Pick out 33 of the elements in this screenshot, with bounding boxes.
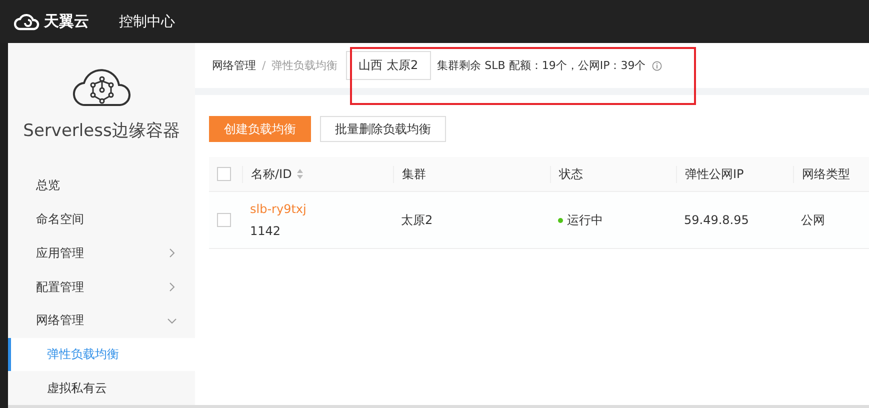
- quota-text: 集群剩余 SLB 配额：19个，公网IP：39个: [437, 58, 646, 73]
- product-name: Serverless边缘容器: [23, 120, 180, 142]
- brand-name: 天翼云: [44, 12, 89, 31]
- sidebar-item[interactable]: 配置管理: [8, 270, 195, 304]
- breadcrumb-item: 弹性负载均衡: [272, 58, 338, 73]
- console-title[interactable]: 控制中心: [119, 12, 175, 30]
- info-icon[interactable]: [652, 60, 662, 70]
- column-header: 弹性公网IP: [685, 166, 744, 182]
- cloud-icon: [14, 12, 40, 30]
- row-checkbox[interactable]: [217, 213, 231, 227]
- select-all-checkbox[interactable]: [217, 167, 231, 181]
- sidebar-subitem[interactable]: 虚拟私有云: [8, 371, 195, 405]
- sort-icon[interactable]: [296, 168, 304, 180]
- chevron-icon: [167, 248, 177, 258]
- sidebar-item[interactable]: 应用管理: [8, 236, 195, 270]
- sidebar-item[interactable]: 命名空间: [8, 202, 195, 236]
- column-header: 网络类型: [802, 166, 850, 182]
- sidebar-item[interactable]: 网络管理: [8, 304, 195, 338]
- chevron-icon: [167, 282, 177, 292]
- table-cell: 1142: [250, 224, 281, 238]
- column-header: 状态: [559, 166, 583, 182]
- sidebar-item[interactable]: 总览: [8, 169, 195, 203]
- batch-delete-button[interactable]: 批量删除负载均衡: [320, 116, 446, 142]
- breadcrumb-item[interactable]: 网络管理: [212, 58, 256, 73]
- region-selector[interactable]: 山西 太原2: [346, 51, 432, 80]
- table-cell: 59.49.8.95: [684, 213, 749, 227]
- table-cell: 太原2: [401, 212, 433, 226]
- column-header: 集群: [402, 166, 426, 182]
- table-cell: 公网: [801, 212, 825, 226]
- breadcrumb-separator: /: [262, 59, 266, 72]
- column-header[interactable]: 名称/ID: [251, 166, 292, 182]
- status-text: 运行中: [567, 212, 603, 226]
- chevron-icon: [167, 316, 177, 326]
